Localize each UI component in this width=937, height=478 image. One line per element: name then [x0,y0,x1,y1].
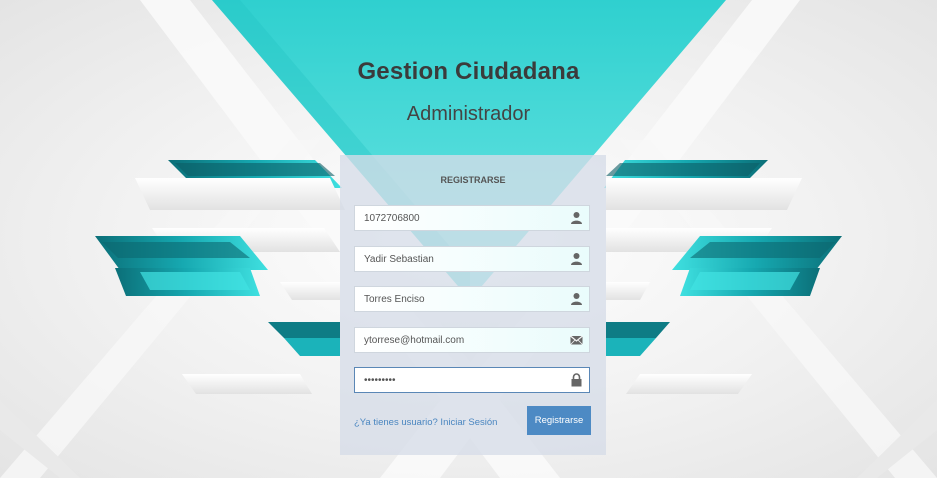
password-field[interactable] [354,367,590,393]
document-field[interactable] [354,205,590,231]
document-input[interactable] [355,206,560,230]
envelope-icon [570,335,583,345]
login-link[interactable]: ¿Ya tienes usuario? Iniciar Sesión [354,417,497,428]
register-button[interactable]: Registrarse [527,406,591,435]
lock-icon [571,373,582,387]
panel-heading: REGISTRARSE [440,175,506,185]
email-input[interactable] [355,328,560,352]
first-names-input[interactable] [355,247,560,271]
user-icon [571,253,582,265]
last-names-input[interactable] [355,287,560,311]
page-title: Gestion Ciudadana [357,58,580,85]
page-subtitle: Administrador [406,103,531,125]
password-input[interactable] [355,368,560,392]
user-icon [571,212,582,224]
user-icon [571,293,582,305]
first-names-field[interactable] [354,246,590,272]
register-panel: REGISTRARSE 1072706800 Yadir Sebastian T… [340,155,606,455]
email-field[interactable] [354,327,590,353]
last-names-field[interactable] [354,286,590,312]
